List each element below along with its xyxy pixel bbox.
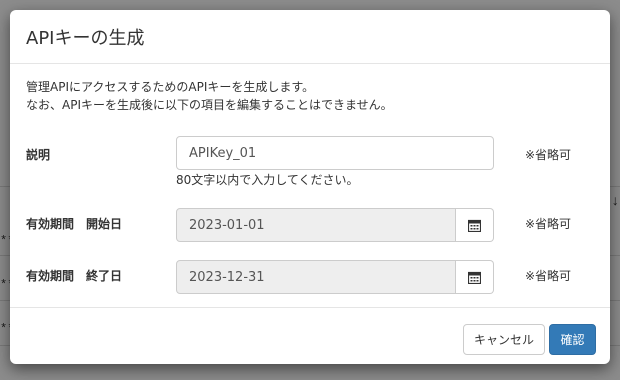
generate-api-key-dialog: APIキーの生成 管理APIにアクセスするためのAPIキーを生成します。 なお、…: [10, 10, 610, 364]
calendar-icon: [468, 219, 481, 232]
end-date-label: 有効期間 終了日: [26, 269, 123, 283]
start-date-group: 2023-01-01: [176, 208, 494, 242]
dialog-body: 管理APIにアクセスするためのAPIキーを生成します。 なお、APIキーを生成後…: [10, 64, 610, 308]
description-hint: 80文字以内で入力してください。: [176, 173, 359, 187]
description-input[interactable]: APIKey_01: [176, 136, 494, 170]
dialog-header: APIキーの生成: [10, 10, 610, 64]
dialog-description: 管理APIにアクセスするためのAPIキーを生成します。 なお、APIキーを生成後…: [26, 78, 393, 114]
cancel-button[interactable]: キャンセル: [463, 324, 545, 355]
end-date-picker-button[interactable]: [456, 260, 494, 294]
confirm-button[interactable]: 確認: [549, 324, 596, 355]
dialog-title: APIキーの生成: [26, 27, 145, 49]
start-date-optional-note: ※省略可: [525, 217, 572, 231]
start-date-picker-button[interactable]: [456, 208, 494, 242]
end-date-optional-note: ※省略可: [525, 269, 572, 283]
description-line-1: 管理APIにアクセスするためのAPIキーを生成します。: [26, 80, 315, 94]
start-date-input[interactable]: 2023-01-01: [176, 208, 456, 242]
description-label: 説明: [26, 148, 51, 162]
end-date-group: 2023-12-31: [176, 260, 494, 294]
end-date-input[interactable]: 2023-12-31: [176, 260, 456, 294]
dialog-footer: キャンセル 確認: [10, 308, 610, 364]
description-optional-note: ※省略可: [525, 148, 572, 162]
start-date-label: 有効期間 開始日: [26, 217, 123, 231]
calendar-icon: [468, 271, 481, 284]
description-line-2: なお、APIキーを生成後に以下の項目を編集することはできません。: [26, 98, 393, 112]
